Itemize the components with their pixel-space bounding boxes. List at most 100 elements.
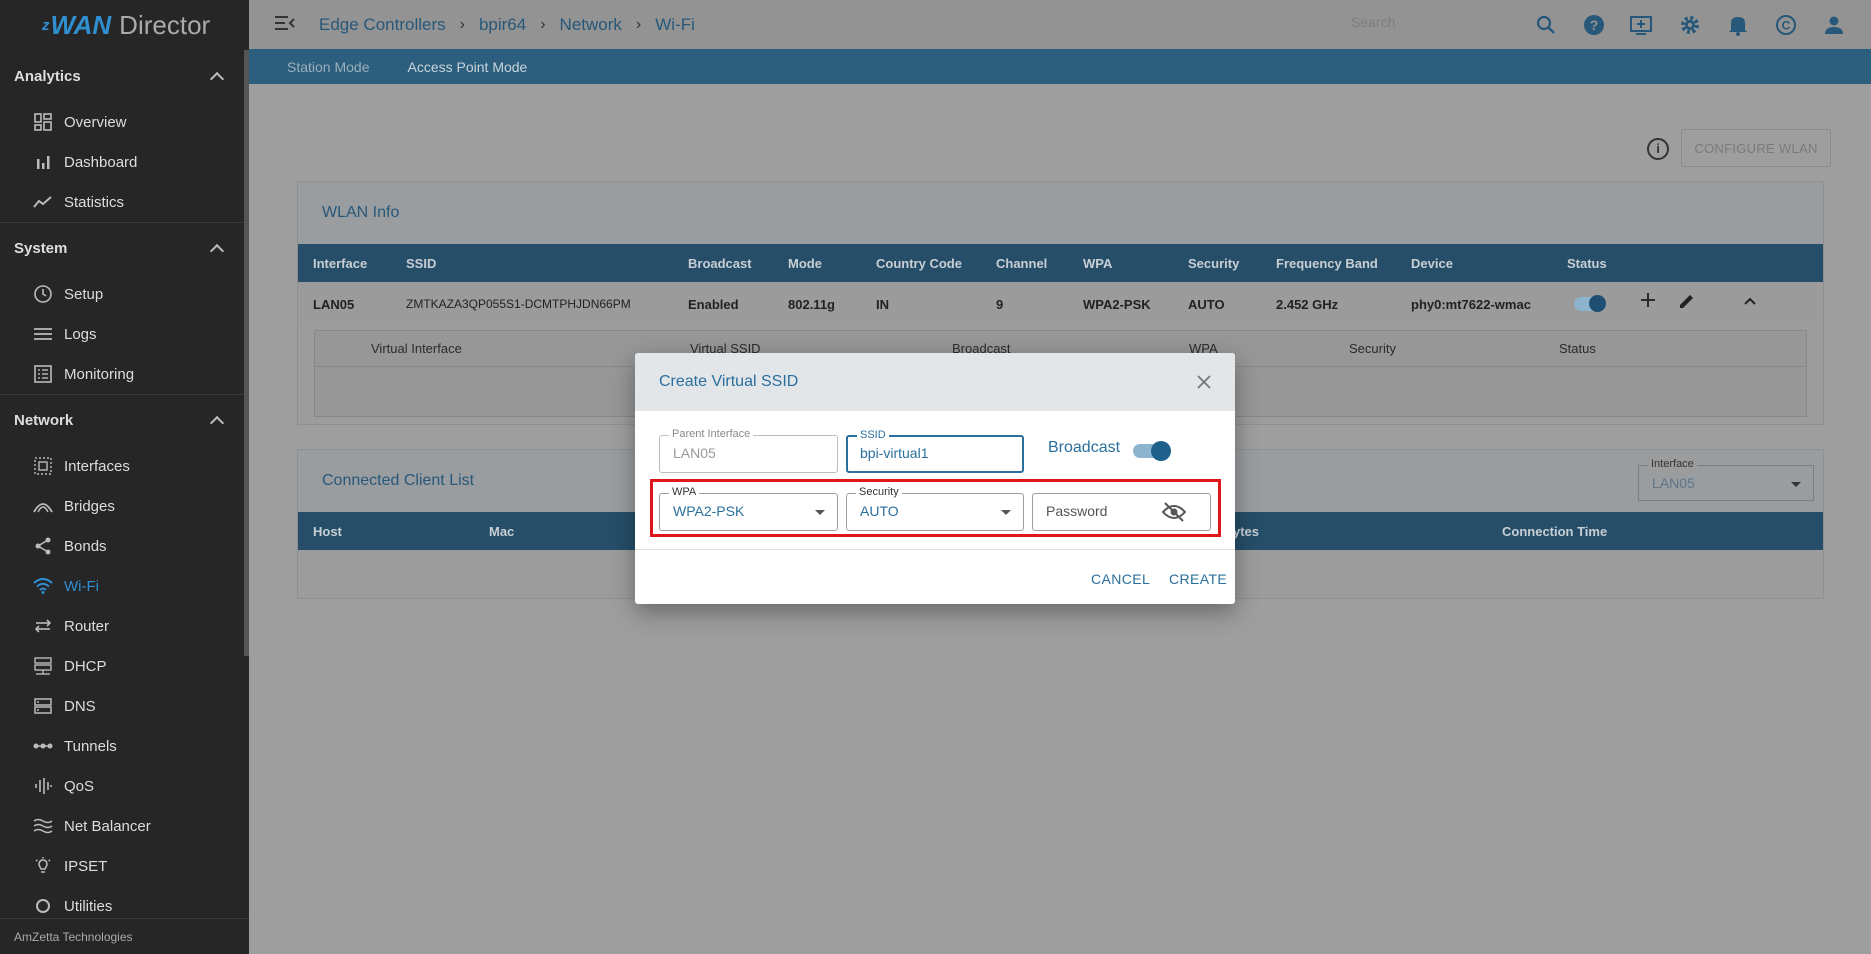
create-button[interactable]: CREATE (1169, 571, 1227, 587)
col-header: Status (1567, 255, 1607, 271)
cell-channel: 9 (996, 296, 1004, 312)
visibility-off-icon[interactable] (1161, 502, 1187, 525)
logo-z: z (42, 16, 50, 34)
col-header: Host (313, 523, 342, 539)
configure-wlan-button[interactable]: CONFIGURE WLAN (1681, 129, 1831, 167)
breadcrumb-item[interactable]: Wi-Fi (655, 15, 695, 35)
add-screen-icon[interactable] (1629, 12, 1655, 38)
sidebar-item-overview[interactable]: Overview (0, 102, 244, 142)
col-header: Device (1411, 255, 1453, 271)
copyright-icon[interactable]: C (1773, 12, 1799, 38)
search-input[interactable]: Search (1351, 14, 1501, 30)
col-header: WPA (1083, 255, 1113, 271)
edit-icon[interactable] (1678, 292, 1696, 313)
bell-icon[interactable] (1725, 12, 1751, 38)
sidebar-footer: AmZetta Technologies (0, 918, 249, 954)
field-label: Security (856, 486, 902, 498)
sidebar-item-bonds[interactable]: Bonds (0, 526, 244, 566)
sidebar-item-bridges[interactable]: Bridges (0, 486, 244, 526)
sidebar-item-logs[interactable]: Logs (0, 314, 244, 354)
cell-country: IN (876, 296, 889, 312)
section-network[interactable]: Network (0, 394, 244, 446)
tab-access-point-mode[interactable]: Access Point Mode (408, 59, 528, 75)
toggle-knob (1151, 441, 1171, 461)
sidebar-item-interfaces[interactable]: Interfaces (0, 446, 244, 486)
chevron-up-icon (209, 243, 225, 259)
cell-device: phy0:mt7622-wmac (1411, 296, 1531, 312)
status-toggle[interactable] (1574, 295, 1606, 312)
close-icon[interactable] (1195, 373, 1213, 391)
sidebar-item-label: Interfaces (64, 457, 130, 475)
chevron-right-icon: › (540, 15, 546, 33)
trend-icon (32, 192, 54, 212)
cancel-button[interactable]: CANCEL (1091, 571, 1150, 587)
sidebar-item-label: Net Balancer (64, 817, 151, 835)
wifi-icon (32, 576, 54, 596)
top-bar: Edge Controllers › bpir64 › Network › Wi… (249, 0, 1871, 49)
breadcrumb-item[interactable]: Network (560, 15, 622, 35)
sidebar-item-setup[interactable]: Setup (0, 274, 244, 314)
chevron-up-icon[interactable] (1743, 294, 1757, 309)
ssid-field[interactable]: SSID bpi-virtual1 (846, 429, 1024, 473)
cell-ssid: ZMTKAZA3QP055S1-DCMTPHJDN66PM (406, 297, 631, 311)
sidebar-item-tunnels[interactable]: Tunnels (0, 726, 244, 766)
sidebar-item-net-balancer[interactable]: Net Balancer (0, 806, 244, 846)
bar-chart-icon (32, 152, 54, 172)
sidebar-item-dns[interactable]: DNS (0, 686, 244, 726)
sidebar-item-router[interactable]: Router (0, 606, 244, 646)
sidebar: z WAN Director Analytics Overview Dashboar… (0, 0, 249, 954)
monitor-list-icon (32, 364, 54, 384)
sidebar-item-label: Logs (64, 325, 97, 343)
security-select[interactable]: Security AUTO (846, 486, 1024, 531)
sidebar-item-wifi[interactable]: Wi-Fi (0, 566, 244, 606)
sidebar-item-monitoring[interactable]: Monitoring (0, 354, 244, 394)
parent-interface-field[interactable]: Parent Interface LAN05 (659, 428, 838, 473)
broadcast-toggle[interactable] (1133, 441, 1171, 461)
clock-icon (32, 284, 54, 304)
wpa-select[interactable]: WPA WPA2-PSK (659, 486, 838, 531)
help-icon[interactable]: ? (1581, 12, 1607, 38)
col-header: Mac (489, 523, 515, 539)
sidebar-scrollbar[interactable] (244, 50, 249, 656)
app-logo[interactable]: z WAN Director (0, 0, 249, 50)
field-value: bpi-virtual1 (860, 445, 929, 461)
password-field[interactable]: Password (1032, 493, 1211, 531)
dropdown-caret-icon (1001, 510, 1011, 515)
info-icon[interactable]: i (1647, 138, 1669, 160)
dialog-title: Create Virtual SSID (659, 373, 799, 390)
sidebar-item-label: Monitoring (64, 365, 135, 383)
chevron-right-icon: › (459, 15, 465, 33)
mode-tabs: Station Mode Access Point Mode (249, 49, 1871, 84)
top-icons: ? C (1533, 12, 1847, 38)
section-system[interactable]: System (0, 222, 244, 274)
section-analytics[interactable]: Analytics (0, 50, 244, 102)
sidebar-item-ipset[interactable]: IPSET (0, 846, 244, 886)
sidebar-item-statistics[interactable]: Statistics (0, 182, 244, 222)
broadcast-label: Broadcast (1048, 439, 1121, 456)
sidebar-item-dashboard[interactable]: Dashboard (0, 142, 244, 182)
sidebar-item-qos[interactable]: QoS (0, 766, 244, 806)
field-label: SSID (857, 429, 889, 441)
tab-station-mode[interactable]: Station Mode (287, 59, 370, 75)
sidebar-item-utilities[interactable]: Utilities (0, 886, 244, 918)
sidebar-item-label: Tunnels (64, 737, 117, 755)
logo-director: Director (119, 9, 211, 40)
sidebar-item-dhcp[interactable]: DHCP (0, 646, 244, 686)
gear-icon[interactable] (1677, 12, 1703, 38)
add-icon[interactable] (1638, 290, 1658, 313)
wlan-table-header: Interface SSID Broadcast Mode Country Co… (298, 244, 1823, 282)
menu-collapse-icon[interactable] (275, 15, 297, 34)
search-icon[interactable] (1533, 12, 1559, 38)
interface-select[interactable]: Interface LAN05 (1638, 458, 1814, 501)
breadcrumb-item[interactable]: Edge Controllers (319, 15, 446, 35)
breadcrumb-item[interactable]: bpir64 (479, 15, 526, 35)
sidebar-item-label: Bridges (64, 497, 115, 515)
cell-mode: 802.11g (788, 296, 835, 312)
sidebar-item-label: Overview (64, 113, 127, 131)
sidebar-item-label: IPSET (64, 857, 108, 875)
svg-text:C: C (1782, 19, 1791, 33)
dropdown-caret-icon (1791, 482, 1801, 487)
breadcrumb: Edge Controllers › bpir64 › Network › Wi… (319, 15, 695, 35)
user-icon[interactable] (1821, 12, 1847, 38)
sidebar-item-label: Dashboard (64, 153, 138, 171)
